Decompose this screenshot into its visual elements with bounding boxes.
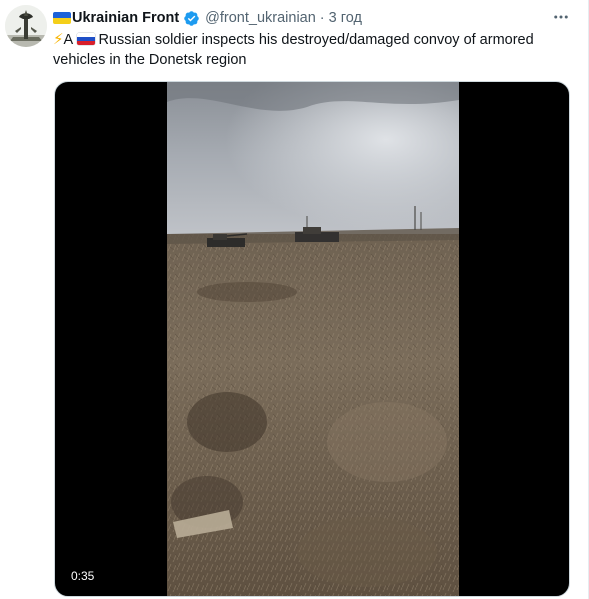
tweet-text-body: Russian soldier inspects his destroyed/d…: [53, 32, 534, 68]
more-options-icon[interactable]: [550, 6, 572, 28]
video-frame[interactable]: [167, 82, 459, 596]
tweet-timestamp[interactable]: 3 год: [329, 10, 362, 26]
video-duration-badge: 0:35: [65, 566, 101, 586]
verified-badge-icon: [183, 10, 200, 27]
author-handle[interactable]: @front_ukrainian: [205, 10, 316, 26]
russia-flag-icon: [77, 33, 96, 45]
header-separator: ·: [319, 10, 325, 26]
tweet-card[interactable]: Ukrainian Front @front_ukrainian · 3 год…: [0, 0, 589, 599]
video-player[interactable]: 0:35: [54, 81, 570, 597]
tweet-header: Ukrainian Front @front_ukrainian · 3 год: [53, 8, 362, 28]
tweet-text: ⚡A Russian soldier inspects his destroye…: [53, 30, 573, 70]
video-still-image: [167, 82, 459, 596]
tweet-text-prefix: A: [63, 32, 73, 48]
author-avatar[interactable]: [5, 5, 47, 47]
author-display-name[interactable]: Ukrainian Front: [72, 10, 179, 26]
ukraine-flag-icon: [53, 12, 71, 24]
lightning-bolt-icon: ⚡: [53, 31, 64, 48]
avatar-image: [5, 5, 47, 47]
